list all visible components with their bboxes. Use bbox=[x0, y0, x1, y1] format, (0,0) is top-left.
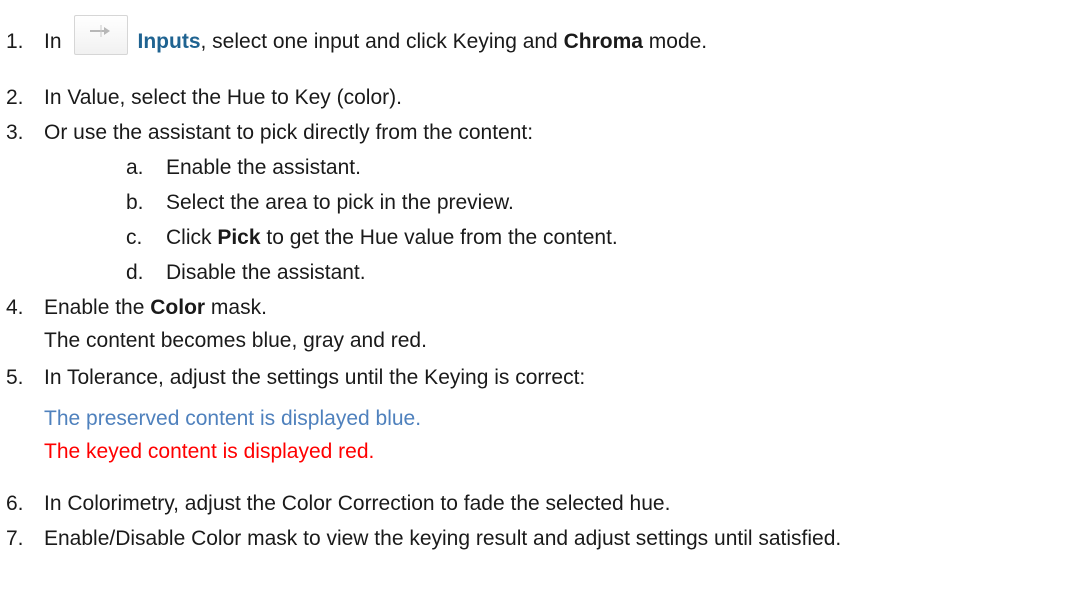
step-1-pre: In bbox=[44, 30, 62, 53]
step-number: 6. bbox=[6, 492, 24, 515]
substep-letter: d. bbox=[126, 261, 144, 284]
substep-text: Enable the assistant. bbox=[166, 156, 361, 179]
keyed-note-text: The keyed content is displayed red. bbox=[44, 440, 375, 463]
step-text: In Colorimetry, adjust the Color Correct… bbox=[44, 492, 671, 515]
step-text: In Tolerance, adjust the settings until … bbox=[44, 366, 586, 389]
step-number: 3. bbox=[6, 121, 24, 144]
step-4-post: mask. bbox=[205, 296, 267, 319]
color-term: Color bbox=[150, 296, 206, 319]
step-1-mid: , select one input and click Keying and bbox=[200, 30, 564, 53]
step-note: The content becomes blue, gray and red. bbox=[44, 329, 427, 352]
pick-term: Pick bbox=[217, 226, 261, 249]
step-number: 4. bbox=[6, 296, 24, 319]
step-text: In Value, select the Hue to Key (color). bbox=[44, 86, 402, 109]
step-number: 1. bbox=[6, 30, 24, 53]
substep-c-pre: Click bbox=[166, 226, 218, 249]
inputs-link[interactable]: Inputs bbox=[138, 30, 201, 53]
input-arrow-icon bbox=[73, 15, 128, 56]
step-1-post: mode. bbox=[642, 30, 708, 53]
step-number: 7. bbox=[6, 527, 24, 550]
substep-text: Click Pick to get the Hue value from the… bbox=[166, 224, 618, 252]
substep-letter: b. bbox=[126, 191, 144, 214]
chroma-term: Chroma bbox=[563, 30, 643, 53]
step-text: In Inputs, select one input and click Key… bbox=[44, 15, 708, 56]
step-text: Enable the Color mask. bbox=[44, 294, 267, 322]
preserved-note-text: The preserved content is displayed blue. bbox=[44, 407, 422, 430]
step-4-pre: Enable the bbox=[44, 296, 151, 319]
substep-c-post: to get the Hue value from the content. bbox=[260, 226, 618, 249]
substep-text: Select the area to pick in the preview. bbox=[166, 191, 514, 214]
substep-letter: c. bbox=[126, 226, 143, 249]
step-number: 5. bbox=[6, 366, 24, 389]
substep-text: Disable the assistant. bbox=[166, 261, 366, 284]
step-number: 2. bbox=[6, 86, 24, 109]
step-text: Or use the assistant to pick directly fr… bbox=[44, 121, 534, 144]
step-text: Enable/Disable Color mask to view the ke… bbox=[44, 527, 842, 550]
substep-letter: a. bbox=[126, 156, 144, 179]
